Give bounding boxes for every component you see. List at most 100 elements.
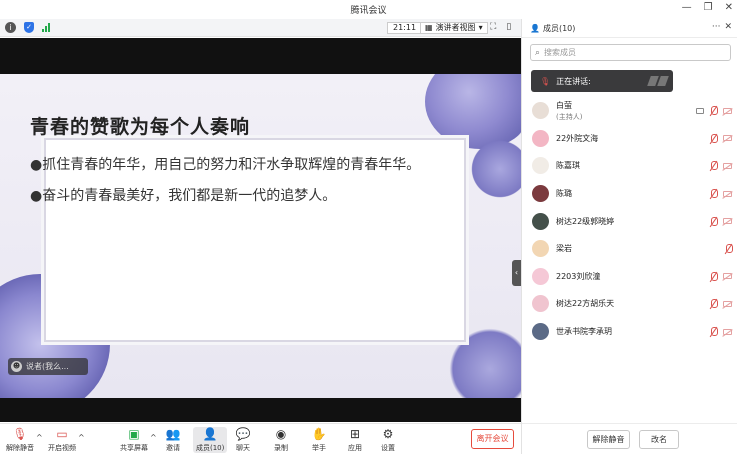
member-row[interactable]: 世承书院李承玥 bbox=[522, 318, 737, 346]
members-panel: 👤 成员(10) ··· ✕ ⌕ 🎙 正在讲话: 白萤 (主持人) 22外院文海陈嘉… bbox=[521, 19, 737, 454]
member-name: 陈璐 bbox=[556, 189, 572, 199]
chevron-up-icon[interactable]: ^ bbox=[36, 433, 43, 442]
meeting-info-bar: i ✓ 21:11 ▦ 演讲者视图 ▾ ⛶ ▯ bbox=[0, 19, 521, 37]
member-row[interactable]: 白萤 (主持人) bbox=[522, 97, 737, 125]
mic-off-icon[interactable] bbox=[710, 327, 718, 337]
record-icon: ◉ bbox=[275, 427, 287, 441]
member-row[interactable]: 树达22方胡乐天 bbox=[522, 290, 737, 318]
member-row[interactable]: 陈璐 bbox=[522, 180, 737, 208]
close-icon[interactable]: ✕ bbox=[724, 22, 732, 32]
window-title: 腾讯会议 bbox=[350, 6, 387, 16]
sidebar-toggle-icon[interactable]: ▯ bbox=[506, 22, 511, 32]
member-name: 树达22级郭晓婷 bbox=[556, 216, 615, 226]
presentation-slide: 青春的赞歌为每个人奏响 ●抓住青春的年华，用自己的努力和汗水争取辉煌的青春年华。… bbox=[0, 74, 521, 398]
mic-off-icon[interactable] bbox=[710, 133, 718, 143]
mic-off-icon[interactable] bbox=[710, 161, 718, 171]
member-row[interactable]: 陈嘉琪 bbox=[522, 152, 737, 180]
rename-button[interactable]: 改名 bbox=[639, 430, 679, 449]
screen-share-icon bbox=[696, 107, 704, 114]
fullscreen-icon[interactable]: ⛶ bbox=[490, 22, 496, 32]
view-mode-dropdown[interactable]: ▦ 演讲者视图 ▾ bbox=[420, 22, 488, 34]
member-name: 2203刘欣潼 bbox=[556, 271, 601, 281]
hand-icon: ✋ bbox=[311, 427, 327, 441]
video-button[interactable]: ▭ 开启视频 bbox=[48, 427, 76, 453]
mute-button[interactable]: 🎙 解除静音 bbox=[6, 427, 34, 453]
member-row[interactable]: 2203刘欣潼 bbox=[522, 263, 737, 291]
camera-off-icon[interactable] bbox=[723, 300, 732, 307]
member-avatar bbox=[532, 240, 549, 258]
member-search-input[interactable] bbox=[544, 48, 715, 57]
network-signal-icon[interactable] bbox=[42, 22, 50, 32]
mic-icon: 🎙 bbox=[540, 76, 551, 86]
camera-off-icon: ▭ bbox=[56, 427, 68, 441]
info-icon[interactable]: i bbox=[5, 22, 16, 33]
members-button[interactable]: 👤 成员(10) bbox=[193, 427, 228, 453]
presenter-avatar: ☻ bbox=[11, 361, 22, 372]
security-shield-icon[interactable]: ✓ bbox=[24, 22, 34, 33]
share-screen-icon: ▣ bbox=[128, 427, 140, 441]
member-avatar bbox=[532, 185, 549, 203]
member-name: 陈嘉琪 bbox=[556, 161, 580, 171]
presenter-name: 说者(我么... bbox=[26, 362, 69, 371]
member-row[interactable]: 22外院文海 bbox=[522, 125, 737, 153]
member-search-box[interactable]: ⌕ bbox=[530, 44, 731, 61]
chevron-up-icon[interactable]: ^ bbox=[150, 433, 157, 442]
member-avatar bbox=[532, 267, 549, 285]
member-row[interactable]: 树达22级郭晓婷 bbox=[522, 207, 737, 235]
record-button[interactable]: ◉ 录制 bbox=[273, 427, 289, 453]
close-icon[interactable]: ✕ bbox=[725, 2, 733, 13]
member-row[interactable]: 梁岩 bbox=[522, 235, 737, 263]
leave-meeting-button[interactable]: 离开会议 bbox=[471, 429, 514, 449]
user-icon: 👤 bbox=[202, 427, 218, 441]
members-panel-title: 成员(10) bbox=[542, 24, 576, 33]
member-name: 梁岩 bbox=[556, 244, 572, 254]
more-options-icon[interactable]: ··· bbox=[712, 22, 721, 32]
members-panel-header: 👤 成员(10) ··· ✕ bbox=[522, 19, 737, 38]
share-screen-button[interactable]: ▣ 共享屏幕 bbox=[120, 427, 148, 453]
settings-button[interactable]: ⚙ 设置 bbox=[380, 427, 396, 453]
member-avatar bbox=[532, 212, 549, 230]
gear-icon: ⚙ bbox=[382, 427, 394, 441]
camera-off-icon[interactable] bbox=[723, 190, 732, 197]
add-user-icon: 👥 bbox=[165, 427, 181, 441]
chat-icon: 💬 bbox=[235, 427, 251, 441]
member-avatar bbox=[532, 129, 549, 147]
mic-off-icon[interactable] bbox=[710, 271, 718, 281]
restore-icon[interactable]: ❐ bbox=[704, 2, 713, 13]
mic-off-icon[interactable] bbox=[725, 244, 733, 254]
mic-off-icon[interactable] bbox=[710, 189, 718, 199]
camera-off-icon[interactable] bbox=[723, 328, 732, 335]
member-avatar bbox=[532, 323, 549, 341]
member-avatar bbox=[532, 295, 549, 313]
camera-off-icon[interactable] bbox=[723, 162, 732, 169]
slide-bullet: ●奋斗的青春最美好，我们都是新一代的追梦人。 bbox=[30, 188, 337, 204]
chat-button[interactable]: 💬 聊天 bbox=[235, 427, 251, 453]
grid-icon: ▦ bbox=[425, 23, 433, 32]
invite-button[interactable]: 👥 邀请 bbox=[165, 427, 181, 453]
member-name: 树达22方胡乐天 bbox=[556, 299, 615, 309]
member-avatar bbox=[532, 157, 549, 175]
apps-grid-icon: ⊞ bbox=[349, 427, 361, 441]
speaking-label: 正在讲话: bbox=[556, 76, 591, 86]
mic-off-icon[interactable] bbox=[710, 106, 718, 116]
minimize-icon[interactable]: — bbox=[682, 2, 692, 13]
camera-off-icon[interactable] bbox=[723, 218, 732, 225]
member-name: 22外院文海 bbox=[556, 133, 599, 143]
chevron-up-icon[interactable]: ^ bbox=[78, 433, 85, 442]
window-controls: — ❐ ✕ bbox=[682, 2, 733, 13]
member-list: 白萤 (主持人) 22外院文海 陈嘉琪陈璐树达22级郭晓婷 梁岩 2203刘欣潼树达22方… bbox=[522, 97, 737, 345]
collapse-panel-handle[interactable]: ‹ bbox=[512, 260, 521, 286]
camera-off-icon[interactable] bbox=[723, 135, 732, 142]
slide-title: 青春的赞歌为每个人奏响 bbox=[30, 116, 251, 138]
mic-off-icon[interactable] bbox=[710, 216, 718, 226]
camera-off-icon[interactable] bbox=[723, 107, 732, 114]
flower-decoration bbox=[470, 134, 521, 204]
camera-off-icon[interactable] bbox=[723, 273, 732, 280]
view-mode-label: 演讲者视图 bbox=[435, 23, 476, 32]
shared-screen-area: 青春的赞歌为每个人奏响 ●抓住青春的年华，用自己的努力和汗水争取辉煌的青春年华。… bbox=[0, 38, 521, 422]
member-role: (主持人) bbox=[556, 112, 583, 121]
unmute-all-button[interactable]: 解除静音 bbox=[587, 430, 630, 449]
raise-hand-button[interactable]: ✋ 举手 bbox=[311, 427, 327, 453]
apps-button[interactable]: ⊞ 应用 bbox=[347, 427, 363, 453]
mic-off-icon[interactable] bbox=[710, 299, 718, 309]
